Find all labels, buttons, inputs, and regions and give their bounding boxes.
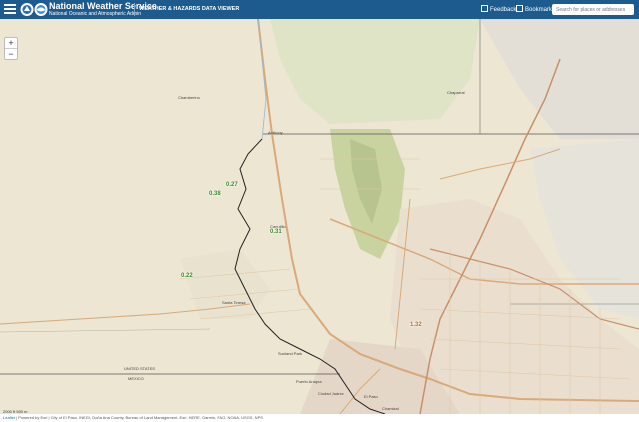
- bookmark-icon: [516, 5, 523, 12]
- observation-value: 0.38: [209, 191, 221, 197]
- feedback-label: Feedback: [490, 7, 517, 13]
- app-subtitle: National Oceanic and Atmospheric Admin: [49, 11, 141, 17]
- observation-marker[interactable]: 0.38: [209, 191, 221, 197]
- nws-noaa-logos: [20, 3, 48, 16]
- place-label: Sunland Park: [278, 351, 303, 356]
- zoom-control: + −: [4, 37, 18, 60]
- country-label: MEXICO: [128, 376, 144, 381]
- place-label: Chamberino: [178, 95, 200, 100]
- bookmark-label: Bookmark: [525, 7, 553, 13]
- zoom-in-button[interactable]: +: [5, 38, 17, 48]
- observation-value: 0.27: [226, 182, 238, 188]
- observation-marker[interactable]: 1.32: [410, 322, 422, 328]
- header-divider: [134, 3, 135, 16]
- feedback-link[interactable]: Feedback: [481, 5, 516, 13]
- search-input[interactable]: [552, 4, 634, 15]
- menu-icon[interactable]: [4, 4, 16, 15]
- place-label: Puerto Anapra: [296, 379, 322, 384]
- observation-value: 0.31: [270, 229, 282, 235]
- basemap: [0, 18, 639, 415]
- observation-marker[interactable]: 0.31: [270, 229, 282, 235]
- bookmark-link[interactable]: Bookmark: [516, 5, 552, 13]
- observation-value: 1.32: [410, 322, 422, 328]
- place-label: El Paso: [364, 394, 378, 399]
- place-label: Santa Teresa: [222, 300, 246, 305]
- leaflet-link[interactable]: Leaflet: [3, 415, 15, 420]
- observation-marker[interactable]: 0.22: [181, 273, 193, 279]
- place-label: Chaparral: [447, 90, 465, 95]
- place-label: Ciudad Juárez: [318, 391, 344, 396]
- country-label: UNITED STATES: [124, 366, 155, 371]
- observation-marker[interactable]: 0.27: [226, 182, 238, 188]
- feedback-icon: [481, 5, 488, 12]
- place-label: Anthony: [268, 130, 283, 135]
- viewer-title: WEATHER & HAZARDS DATA VIEWER: [139, 6, 240, 12]
- attribution-text: | Powered by Esri | City of El Paso, INE…: [15, 415, 263, 420]
- map-canvas[interactable]: Chamberino Anthony Chaparral Canutillo S…: [0, 18, 639, 415]
- top-bar: National Weather Service National Oceani…: [0, 0, 639, 19]
- attribution-bar: Leaflet | Powered by Esri | City of El P…: [0, 414, 639, 422]
- observation-value: 0.22: [181, 273, 193, 279]
- zoom-out-button[interactable]: −: [5, 48, 17, 59]
- place-label: Chamizal: [382, 406, 399, 411]
